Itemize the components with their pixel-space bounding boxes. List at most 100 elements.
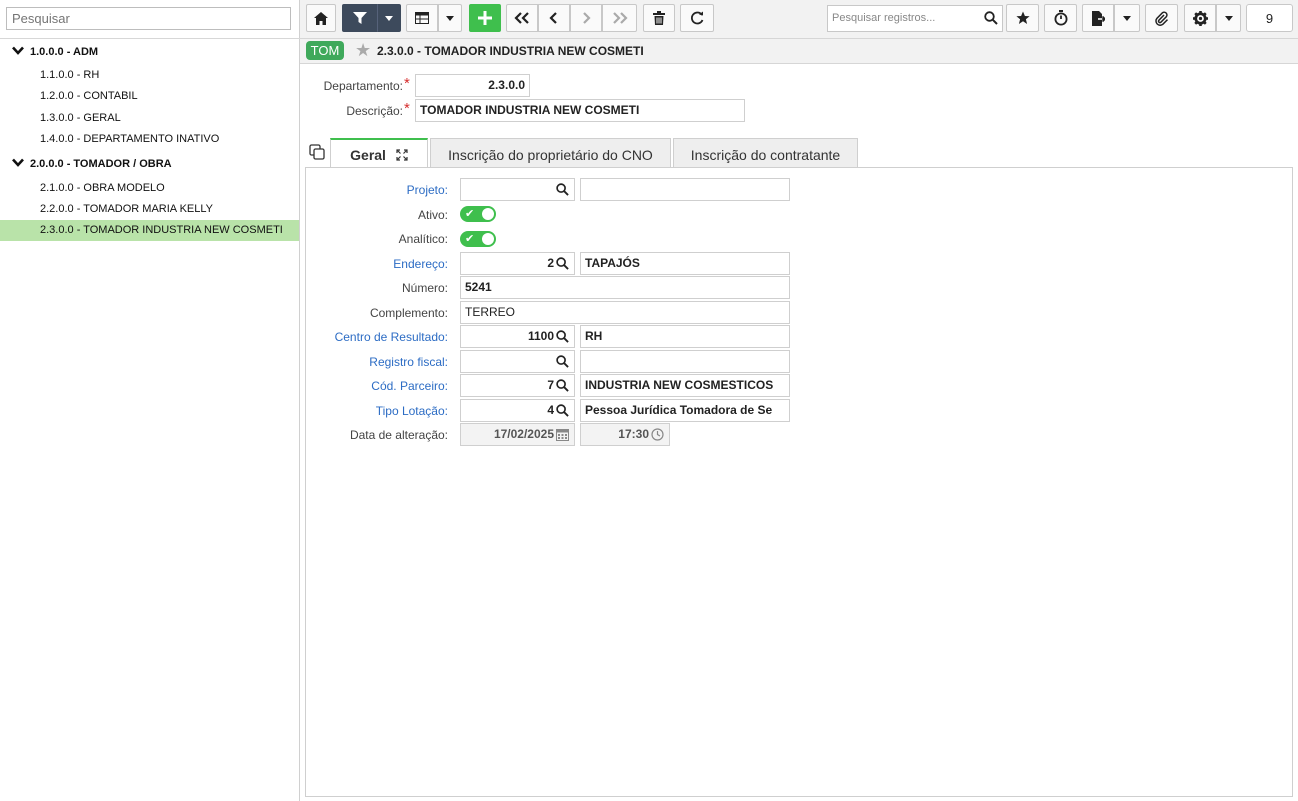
- projeto-code-field[interactable]: [460, 178, 575, 201]
- search-icon[interactable]: [556, 404, 569, 417]
- cod-parceiro-description-field[interactable]: INDUSTRIA NEW COSMESTICOS: [580, 374, 790, 397]
- search-icon[interactable]: [556, 183, 569, 196]
- grid-view-button[interactable]: [406, 4, 438, 32]
- tab-geral[interactable]: Geral: [330, 138, 428, 168]
- toggle-knob: [482, 233, 494, 245]
- tree-leaf-item[interactable]: 2.1.0.0 - OBRA MODELO: [0, 178, 299, 199]
- tab-panel-geral: [305, 167, 1293, 797]
- centro-resultado-code-value: 1100: [527, 329, 554, 343]
- record-search-input[interactable]: Pesquisar registros...: [827, 5, 1003, 32]
- caret-down-icon: [385, 15, 393, 21]
- toolbar: Pesquisar registros... 9: [300, 0, 1298, 39]
- attachments-button[interactable]: [1145, 4, 1178, 32]
- projeto-label[interactable]: Projeto:: [305, 183, 448, 197]
- home-icon: [314, 11, 328, 25]
- next-record-button[interactable]: [570, 4, 602, 32]
- registro-fiscal-label[interactable]: Registro fiscal:: [305, 355, 448, 369]
- tree-item-label: 1.1.0.0 - RH: [40, 69, 100, 81]
- numero-label: Número:: [401, 281, 448, 295]
- timer-button[interactable]: [1044, 4, 1077, 32]
- descricao-field[interactable]: TOMADOR INDUSTRIA NEW COSMETI: [415, 99, 745, 122]
- delete-button[interactable]: [643, 4, 675, 32]
- tree-leaf-item[interactable]: 2.2.0.0 - TOMADOR MARIA KELLY: [0, 199, 299, 220]
- data-alteracao-date-field: 17/02/2025: [460, 423, 575, 446]
- tree-leaf-item[interactable]: 1.3.0.0 - GERAL: [0, 108, 299, 129]
- numero-field[interactable]: 5241: [460, 276, 790, 299]
- first-record-button[interactable]: [506, 4, 538, 32]
- tree-group-item[interactable]: 2.0.0.0 - TOMADOR / OBRA: [0, 153, 299, 174]
- tipo-lotacao-label[interactable]: Tipo Lotação:: [305, 404, 448, 418]
- home-button[interactable]: [306, 4, 336, 32]
- complemento-field[interactable]: TERREO: [460, 301, 790, 324]
- chevron-down-icon[interactable]: [12, 153, 30, 174]
- trash-icon: [653, 11, 665, 25]
- tipo-lotacao-code-field[interactable]: 4: [460, 399, 575, 422]
- last-record-button[interactable]: [602, 4, 637, 32]
- filter-dropdown-button[interactable]: [377, 4, 401, 32]
- projeto-description-field[interactable]: [580, 178, 790, 201]
- favorite-star-icon[interactable]: ★: [355, 40, 371, 60]
- filter-button[interactable]: [342, 4, 377, 32]
- view-dropdown-button[interactable]: [438, 4, 462, 32]
- endereco-description-field[interactable]: TAPAJÓS: [580, 252, 790, 275]
- add-button[interactable]: [469, 4, 501, 32]
- tree-leaf-item[interactable]: 1.1.0.0 - RH: [0, 65, 299, 86]
- search-icon[interactable]: [556, 355, 569, 368]
- departamento-field[interactable]: 2.3.0.0: [415, 74, 530, 97]
- cod-parceiro-label[interactable]: Cód. Parceiro:: [305, 379, 448, 393]
- data-alteracao-time-field: 17:30: [580, 423, 670, 446]
- next-icon: [583, 12, 591, 24]
- ativo-toggle[interactable]: ✔: [460, 206, 496, 222]
- toggle-knob: [482, 208, 494, 220]
- tree-item-label: 2.2.0.0 - TOMADOR MARIA KELLY: [40, 203, 214, 215]
- stopwatch-icon: [1054, 10, 1067, 26]
- check-icon: ✔: [465, 208, 475, 220]
- prev-icon: [549, 12, 557, 24]
- tree-item-label: 1.4.0.0 - DEPARTAMENTO INATIVO: [40, 133, 220, 145]
- search-icon: [984, 11, 998, 25]
- search-icon[interactable]: [556, 330, 569, 343]
- tree-leaf-item[interactable]: 2.3.0.0 - TOMADOR INDUSTRIA NEW COSMETI: [0, 220, 299, 241]
- centro-resultado-code-field[interactable]: 1100: [460, 325, 575, 348]
- previous-record-button[interactable]: [538, 4, 570, 32]
- tree-item-label: 1.0.0.0 - ADM: [30, 46, 99, 58]
- endereco-label[interactable]: Endereço:: [305, 257, 448, 271]
- endereco-code-field[interactable]: 2: [460, 252, 575, 275]
- refresh-button[interactable]: [680, 4, 714, 32]
- notifications-counter[interactable]: 9: [1246, 4, 1293, 32]
- record-search-placeholder: Pesquisar registros...: [832, 12, 936, 24]
- sidebar-search-input[interactable]: [6, 7, 291, 30]
- settings-dropdown-button[interactable]: [1216, 4, 1241, 32]
- tab-inscricao-contratante[interactable]: Inscrição do contratante: [673, 138, 858, 168]
- centro-resultado-description-field[interactable]: RH: [580, 325, 790, 348]
- settings-button[interactable]: [1184, 4, 1216, 32]
- tipo-lotacao-description-field[interactable]: Pessoa Jurídica Tomadora de Se: [580, 399, 790, 422]
- tab-inscricao-proprietario[interactable]: Inscrição do proprietário do CNO: [430, 138, 671, 168]
- cod-parceiro-code-value: 7: [547, 378, 554, 392]
- required-mark: *: [404, 100, 410, 117]
- tree-group-item[interactable]: 1.0.0.0 - ADM: [0, 41, 299, 62]
- filter-icon: [352, 12, 367, 24]
- chevron-down-icon[interactable]: [12, 41, 30, 62]
- tree-leaf-item[interactable]: 1.2.0.0 - CONTABIL: [0, 86, 299, 107]
- registro-fiscal-code-field[interactable]: [460, 350, 575, 373]
- record-type-badge: TOM: [306, 41, 344, 60]
- export-button[interactable]: [1082, 4, 1114, 32]
- search-icon[interactable]: [556, 379, 569, 392]
- expand-icon[interactable]: [396, 149, 408, 161]
- analitico-toggle[interactable]: ✔: [460, 231, 496, 247]
- plus-icon: [478, 11, 492, 25]
- cod-parceiro-code-field[interactable]: 7: [460, 374, 575, 397]
- search-icon[interactable]: [556, 257, 569, 270]
- data-alteracao-label: Data de alteração:: [349, 428, 448, 442]
- export-dropdown-button[interactable]: [1114, 4, 1140, 32]
- last-icon: [612, 12, 628, 24]
- registro-fiscal-description-field[interactable]: [580, 350, 790, 373]
- tree-item-label: 2.3.0.0 - TOMADOR INDUSTRIA NEW COSMETI: [40, 224, 283, 236]
- export-icon: [1091, 10, 1105, 26]
- tree-leaf-item[interactable]: 1.4.0.0 - DEPARTAMENTO INATIVO: [0, 129, 299, 150]
- paperclip-icon: [1154, 10, 1168, 26]
- copy-icon[interactable]: [309, 144, 325, 160]
- centro-resultado-label[interactable]: Centro de Resultado:: [305, 330, 448, 344]
- favorite-button[interactable]: [1006, 4, 1039, 32]
